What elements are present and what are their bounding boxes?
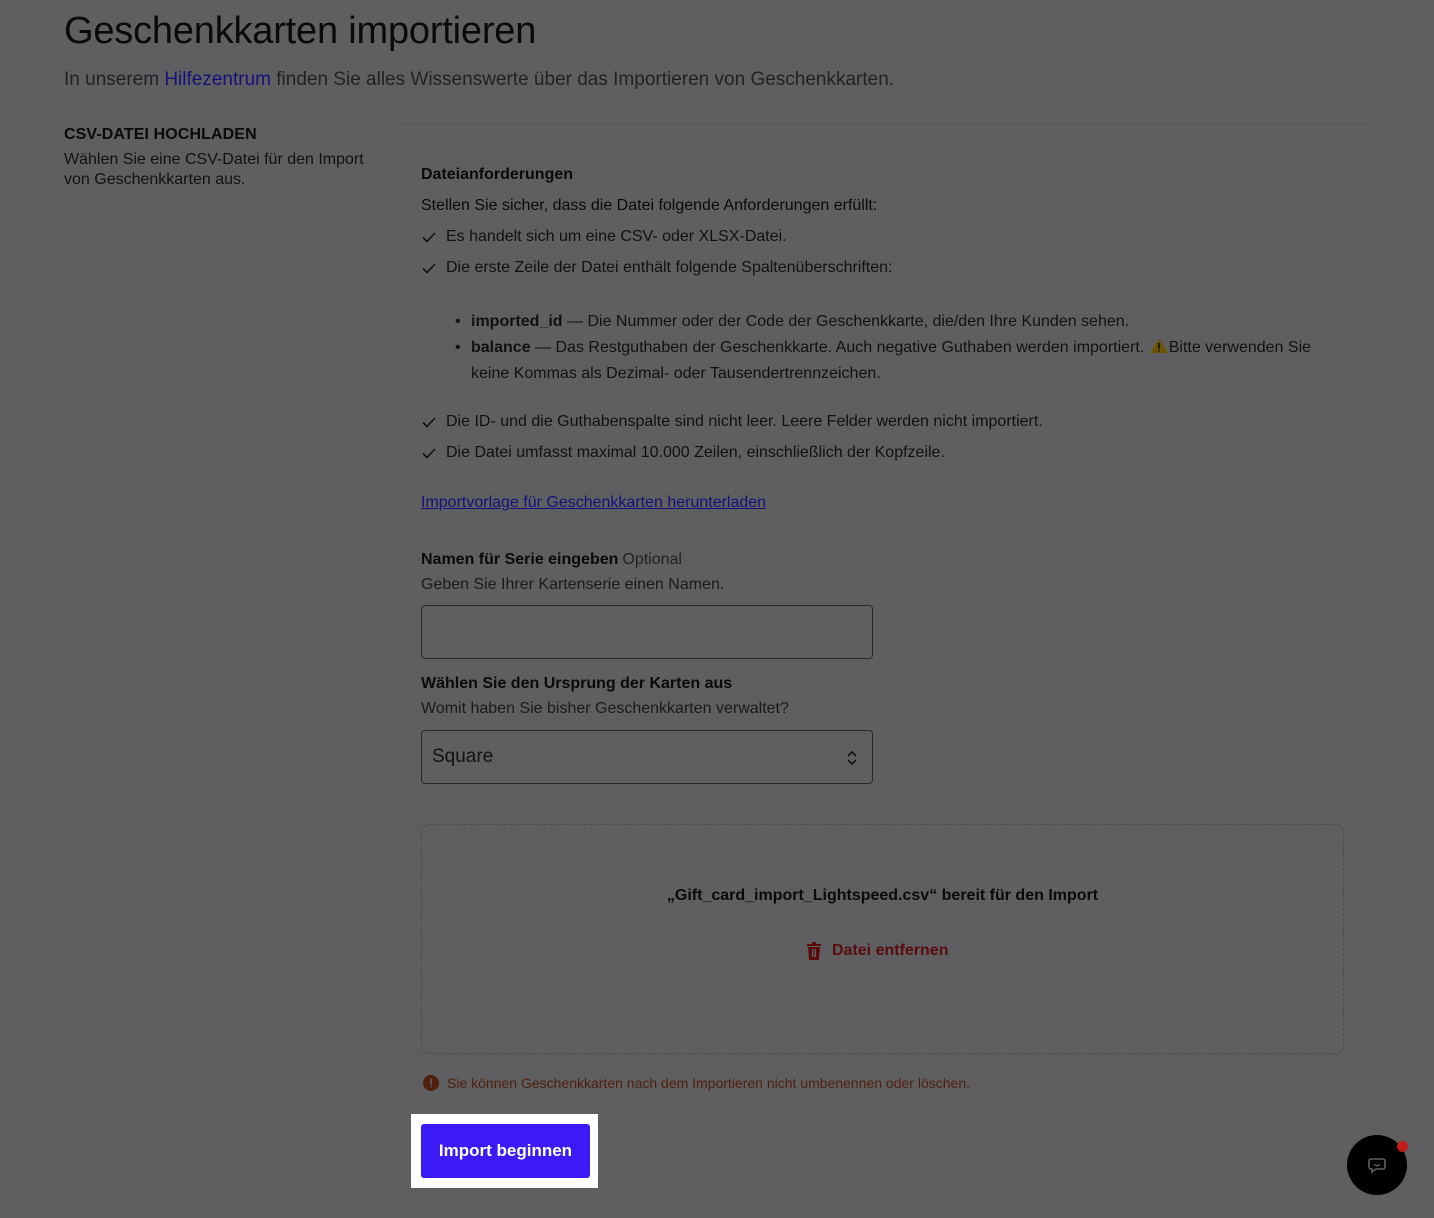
page-subtitle: In unserem Hilfezentrum finden Sie alles… [64,69,894,91]
file-dropzone[interactable]: „Gift_card_import_Lightspeed.csv“ bereit… [421,824,1344,1054]
file-ready-text: „Gift_card_import_Lightspeed.csv“ bereit… [666,887,1099,904]
subtitle-text-before: In unserem [64,69,165,90]
section-label: CSV-DATEI HOCHLADEN Wählen Sie eine CSV-… [64,126,364,190]
series-name-input[interactable] [421,605,873,659]
column-description: — Die Nummer oder der Code der Geschenkk… [562,313,1130,330]
checkmark-icon [422,448,436,459]
remove-file-label: Datei entfernen [832,942,949,959]
notice-text: Sie können Geschenkkarten nach dem Impor… [447,1075,970,1091]
help-center-link[interactable]: Hilfezentrum [164,69,271,90]
requirement-text: Es handelt sich um eine CSV- oder XLSX-D… [446,228,787,245]
series-name-help: Geben Sie Ihrer Kartenserie einen Namen. [421,576,725,593]
download-template-link[interactable]: Importvorlage für Geschenkkarten herunte… [421,494,766,512]
column-name: balance [471,339,531,356]
origin-label: Wählen Sie den Ursprung der Karten aus [421,675,733,692]
chevron-up-down-icon [847,750,857,766]
import-notice: Sie können Geschenkkarten nach dem Impor… [423,1075,970,1091]
subtitle-text-after: finden Sie alles Wissenswerte über das I… [270,69,895,90]
column-description: — Das Restguthaben der Geschenkkarte. Au… [530,339,1149,356]
list-item: balance — Das Restguthaben der Geschenkk… [455,335,1341,387]
requirements-title: Dateianforderungen [421,166,574,183]
requirement-item: Die erste Zeile der Datei enthält folgen… [421,259,892,277]
list-item: imported_id — Die Nummer oder der Code d… [455,309,1341,335]
checkmark-icon [422,263,436,274]
requirement-text: Die erste Zeile der Datei enthält folgen… [446,259,893,276]
notification-badge [1397,1141,1408,1152]
alert-circle-icon [423,1075,439,1091]
requirement-item: Es handelt sich um eine CSV- oder XLSX-D… [421,228,787,246]
requirement-text: Die ID- und die Guthabenspalte sind nich… [446,413,1043,430]
column-list: imported_id — Die Nummer oder der Code d… [455,309,1341,387]
origin-help: Womit haben Sie bisher Geschenkkarten ve… [421,700,789,717]
page-title: Geschenkkarten importieren [64,10,537,52]
chat-icon [1368,1158,1386,1174]
trash-icon [807,942,821,960]
checkmark-icon [422,417,436,428]
upload-card [392,125,1374,1218]
checkmark-icon [422,232,436,243]
warning-icon [1149,339,1168,353]
column-name: imported_id [471,313,563,330]
requirement-text: Die Datei umfasst maximal 10.000 Zeilen,… [446,444,945,461]
requirements-intro: Stellen Sie sicher, dass die Datei folge… [421,197,878,214]
series-name-label: Namen für Serie eingeben Optional [421,551,682,569]
section-heading: CSV-DATEI HOCHLADEN [64,126,257,143]
origin-select[interactable]: Square [421,730,873,784]
start-import-button[interactable]: Import beginnen [421,1124,590,1178]
requirement-item: Die Datei umfasst maximal 10.000 Zeilen,… [421,444,945,462]
optional-tag: Optional [622,551,682,568]
requirement-item: Die ID- und die Guthabenspalte sind nich… [421,413,1043,431]
origin-selected-value: Square [432,746,494,767]
section-description: Wählen Sie eine CSV-Datei für den Import… [64,151,364,188]
series-name-label-text: Namen für Serie eingeben [421,551,619,568]
remove-file-button[interactable]: Datei entfernen [806,942,948,960]
